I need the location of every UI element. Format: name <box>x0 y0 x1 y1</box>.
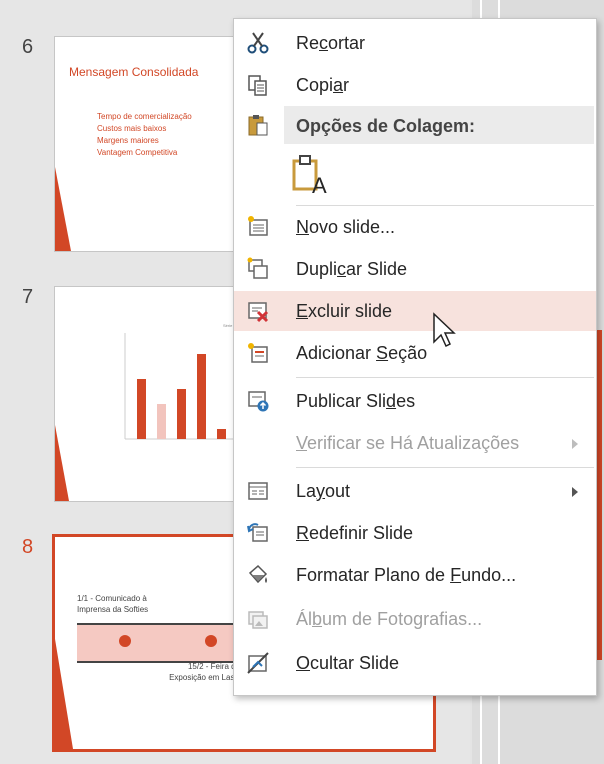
scissors-icon <box>247 32 269 54</box>
menu-item-copy[interactable]: Copiar <box>234 65 596 105</box>
menu-item-label: Redefinir Slide <box>296 523 414 543</box>
menu-item-label: Recortar <box>296 33 366 53</box>
slide-number-6: 6 <box>22 36 34 58</box>
menu-item-label: Formatar Plano de Fundo... <box>296 565 517 585</box>
menu-paste-options: Opções de Colagem: <box>234 105 596 145</box>
menu-item-layout[interactable]: Layout <box>234 471 596 511</box>
slide-number-8: 8 <box>22 536 34 558</box>
publish-slides-icon <box>248 391 269 412</box>
slide-decoration <box>55 167 71 251</box>
svg-text:A: A <box>312 173 327 197</box>
slide-6-bullets: Tempo de comercialização Custos mais bai… <box>97 111 192 159</box>
chart-bar <box>137 379 146 439</box>
menu-item-photo-album[interactable]: Álbum de Fotografias... <box>234 599 596 639</box>
photo-album-icon <box>248 611 268 629</box>
menu-item-delete-slide[interactable]: Excluir slide <box>234 291 596 331</box>
menu-separator <box>296 377 594 378</box>
slide-number-7: 7 <box>22 286 34 308</box>
menu-item-label: Publicar Slides <box>296 391 416 411</box>
add-section-icon <box>248 343 268 363</box>
menu-item-check-updates[interactable]: Verificar se Há Atualizações <box>234 423 596 463</box>
mouse-pointer-icon <box>433 312 456 348</box>
menu-item-label: Layout <box>296 481 351 501</box>
menu-item-format-background[interactable]: Formatar Plano de Fundo... <box>234 555 596 595</box>
menu-item-label: Verificar se Há Atualizações <box>296 433 520 453</box>
menu-item-duplicate-slide[interactable]: Duplicar Slide <box>234 249 596 289</box>
menu-item-reset-slide[interactable]: Redefinir Slide <box>234 513 596 553</box>
menu-item-publish-slides[interactable]: Publicar Slides <box>234 381 596 421</box>
menu-item-label: Duplicar Slide <box>296 259 408 279</box>
menu-separator <box>296 205 594 206</box>
hide-slide-icon <box>247 652 269 674</box>
bullet: Custos mais baixos <box>97 124 167 133</box>
chart-bar <box>197 354 206 439</box>
layout-icon <box>248 482 268 500</box>
slide-decoration <box>55 639 73 749</box>
menu-item-label: Ocultar Slide <box>296 653 400 673</box>
menu-item-new-slide[interactable]: Novo slide... <box>234 207 596 247</box>
reset-slide-icon <box>247 523 268 542</box>
paste-options-label: Opções de Colagem: <box>296 116 476 136</box>
menu-item-label: Novo slide... <box>296 217 396 237</box>
paste-icon <box>248 115 268 136</box>
menu-item-hide-slide[interactable]: Ocultar Slide <box>234 643 596 683</box>
slide-decoration <box>55 425 69 501</box>
copy-icon <box>248 75 267 96</box>
submenu-arrow-icon <box>572 439 578 449</box>
timeline-label-1: 1/1 - Comunicado à Imprensa da Softies <box>77 594 149 614</box>
paste-keep-text-icon: A <box>292 155 327 198</box>
new-slide-icon <box>248 216 268 236</box>
delete-slide-icon <box>248 302 269 323</box>
menu-item-add-section[interactable]: Adicionar Seção <box>234 333 596 373</box>
menu-item-label: Excluir slide <box>296 301 393 321</box>
menu-item-label: Adicionar Seção <box>296 343 428 363</box>
bullet: Margens maiores <box>97 136 159 145</box>
keep-source-formatting-paste-button[interactable]: A <box>292 153 332 198</box>
paste-options-header: Opções de Colagem: <box>284 106 594 144</box>
chart-bar <box>217 429 226 439</box>
bullet: Vantagem Competitiva <box>97 148 178 157</box>
menu-item-label: Copiar <box>296 75 350 95</box>
bullet: Tempo de comercialização <box>97 112 192 121</box>
chart-bar <box>177 389 186 439</box>
duplicate-slide-icon <box>247 257 268 279</box>
menu-item-cut[interactable]: Recortar <box>234 23 596 63</box>
menu-separator <box>296 467 594 468</box>
context-menu: Recortar Copiar Opções de Colagem: A Nov… <box>233 18 597 696</box>
format-background-icon <box>248 564 268 584</box>
menu-item-label: Álbum de Fotografias... <box>296 609 483 629</box>
chart-bar <box>157 404 166 439</box>
slide-6-title: Mensagem Consolidada <box>69 65 199 79</box>
submenu-arrow-icon <box>572 487 578 497</box>
timeline-dot <box>119 635 131 647</box>
timeline-dot <box>205 635 217 647</box>
